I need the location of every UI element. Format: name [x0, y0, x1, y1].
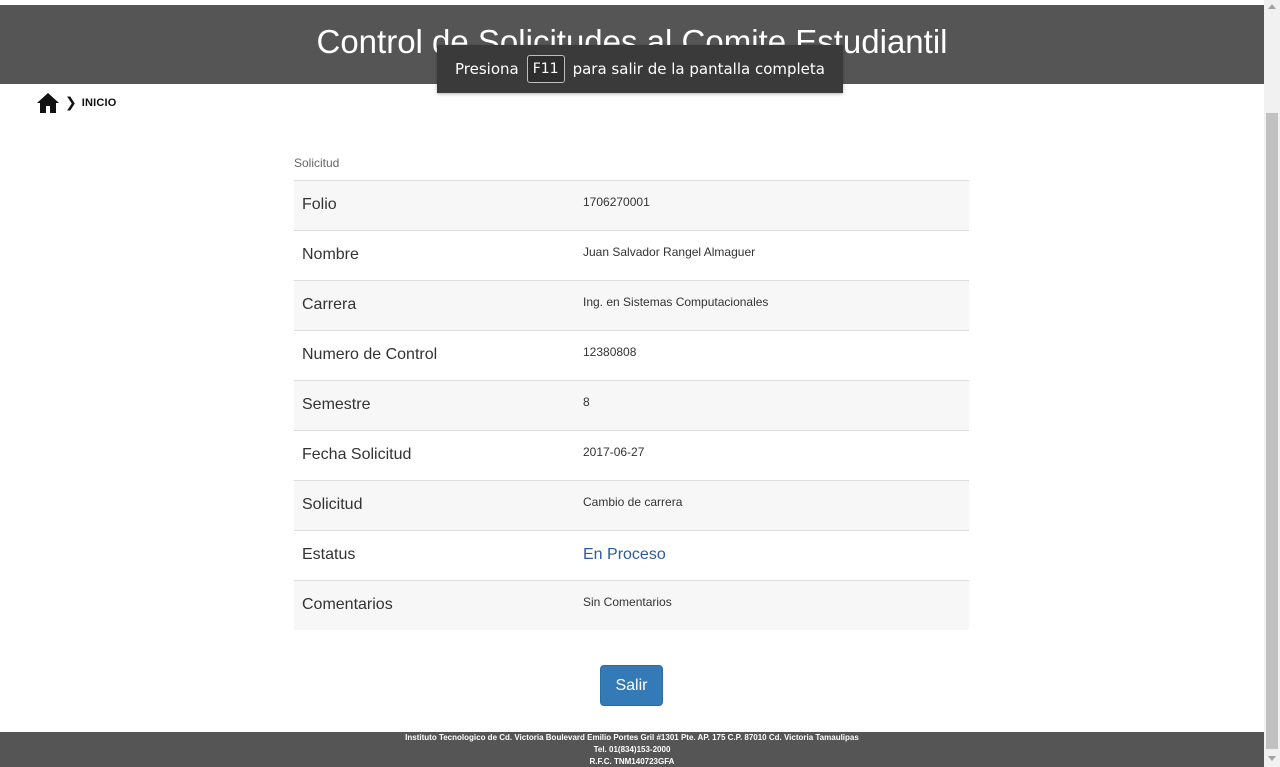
row-value: 1706270001 — [583, 195, 650, 209]
scrollbar-thumb[interactable] — [1266, 113, 1278, 749]
scroll-down-arrow-icon[interactable] — [1268, 756, 1276, 761]
fullscreen-notice: Presiona F11 para salir de la pantalla c… — [437, 45, 843, 93]
row-label: Folio — [302, 196, 337, 213]
row-value: 2017-06-27 — [583, 445, 645, 459]
table-row: Fecha Solicitud 2017-06-27 — [294, 430, 969, 480]
row-label: Solicitud — [302, 496, 363, 513]
table-row: Carrera Ing. en Sistemas Computacionales — [294, 280, 969, 330]
breadcrumb: ❯ INICIO — [36, 92, 117, 114]
footer-rfc: R.F.C. TNM140723GFA — [589, 757, 675, 766]
exit-button[interactable]: Salir — [600, 665, 663, 706]
chevron-right-icon: ❯ — [65, 95, 77, 111]
fullscreen-notice-suffix: para salir de la pantalla completa — [572, 60, 825, 78]
scroll-up-arrow-icon[interactable] — [1268, 4, 1276, 9]
home-icon[interactable] — [36, 92, 60, 114]
row-value: 8 — [583, 395, 590, 409]
table-row: Estatus En Proceso — [294, 530, 969, 580]
fullscreen-key: F11 — [526, 55, 565, 83]
row-value: Ing. en Sistemas Computacionales — [583, 295, 769, 309]
row-label: Semestre — [302, 396, 371, 413]
panel-caption: Solicitud — [294, 156, 340, 170]
row-label: Estatus — [302, 546, 356, 563]
table-row: Semestre 8 — [294, 380, 969, 430]
breadcrumb-inicio[interactable]: INICIO — [82, 97, 117, 109]
table-row: Nombre Juan Salvador Rangel Almaguer — [294, 230, 969, 280]
row-value: Cambio de carrera — [583, 495, 683, 509]
page: Control de Solicitudes al Comite Estudia… — [0, 0, 1264, 767]
status-value: En Proceso — [583, 546, 666, 563]
row-value: Juan Salvador Rangel Almaguer — [583, 245, 756, 259]
row-value: 12380808 — [583, 345, 637, 359]
footer-phone: Tel. 01(834)153-2000 — [593, 745, 671, 754]
request-panel: Solicitud Folio 1706270001 Nombre Juan S… — [294, 150, 969, 630]
request-table: Folio 1706270001 Nombre Juan Salvador Ra… — [294, 180, 969, 630]
row-label: Fecha Solicitud — [302, 446, 412, 463]
site-footer: Instituto Tecnologico de Cd. Victoria Bo… — [0, 732, 1264, 767]
table-row: Numero de Control 12380808 — [294, 330, 969, 380]
table-row: Solicitud Cambio de carrera — [294, 480, 969, 530]
vertical-scrollbar[interactable] — [1264, 0, 1280, 767]
fullscreen-notice-prefix: Presiona — [455, 60, 519, 78]
row-value: Sin Comentarios — [583, 595, 672, 609]
row-label: Comentarios — [302, 596, 393, 613]
footer-address: Instituto Tecnologico de Cd. Victoria Bo… — [405, 733, 859, 742]
row-label: Numero de Control — [302, 346, 438, 363]
row-label: Carrera — [302, 296, 357, 313]
table-row: Comentarios Sin Comentarios — [294, 580, 969, 630]
row-label: Nombre — [302, 246, 359, 263]
table-row: Folio 1706270001 — [294, 180, 969, 230]
